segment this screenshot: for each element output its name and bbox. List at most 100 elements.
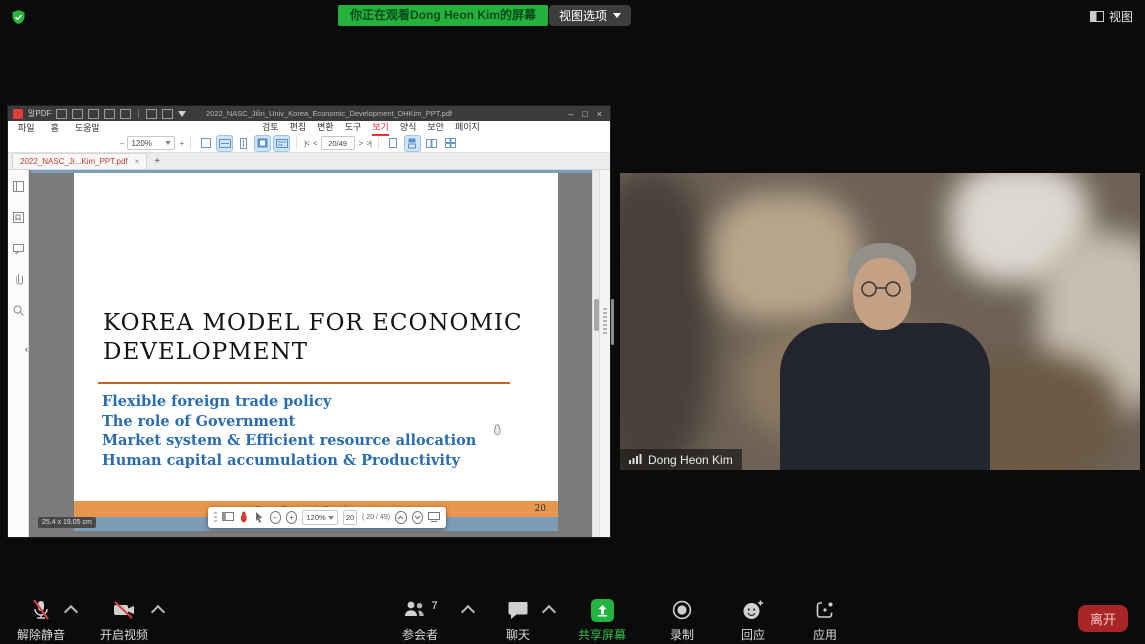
pdf-content-area[interactable]: KOREA MODEL FOR ECONOMIC DEVELOPMENT Fle… [29, 170, 610, 537]
menu-security[interactable]: 보안 [427, 120, 444, 136]
comments-panel-icon[interactable] [13, 241, 24, 259]
actual-size-icon[interactable] [198, 136, 213, 151]
reflow-icon[interactable] [274, 136, 289, 151]
previous-page-button[interactable]: < [313, 139, 317, 148]
slide-page-number: 20 [535, 501, 546, 517]
zoom-in-button[interactable]: + [179, 139, 183, 148]
record-icon [671, 598, 693, 622]
side-panel-icon[interactable] [222, 512, 234, 523]
menu-edit[interactable]: 편집 [290, 120, 307, 136]
view-button[interactable]: 视图 [1090, 8, 1133, 25]
chevron-down-icon [613, 13, 621, 18]
quad-page-layout-icon[interactable] [443, 136, 458, 151]
fit-width-icon[interactable] [217, 136, 232, 151]
zoom-out-button[interactable]: – [120, 139, 123, 148]
mute-label: 解除静音 [17, 626, 65, 643]
zoom-level-select[interactable]: 120% [127, 136, 175, 150]
menu-forms[interactable]: 양식 [400, 120, 417, 136]
zoom-meeting-screen: 你正在观看Dong Heon Kim的屏幕 视图选项 视图 알PDF 2022_… [0, 0, 1145, 644]
menu-view-active[interactable]: 보기 [372, 120, 389, 136]
tab-close-icon[interactable]: × [135, 157, 140, 166]
two-page-layout-icon[interactable] [424, 136, 439, 151]
participants-options-chevron[interactable] [461, 605, 475, 619]
background-blur [620, 173, 710, 470]
right-panel-rail[interactable] [599, 170, 610, 537]
menu-convert[interactable]: 변환 [317, 120, 334, 136]
menu-help[interactable]: 도움말 [75, 121, 100, 135]
single-page-layout-icon[interactable] [386, 136, 401, 151]
save-as-icon[interactable] [88, 109, 99, 119]
view-options-button[interactable]: 视图选项 [549, 5, 631, 26]
next-page-button[interactable] [412, 511, 423, 524]
attachments-panel-icon[interactable] [14, 272, 23, 290]
slide-bullet: The role of Government [102, 412, 476, 432]
participant-name-tag: Dong Heon Kim [620, 449, 742, 470]
save-icon[interactable] [72, 109, 83, 119]
print-icon[interactable] [104, 109, 115, 119]
menu-pages[interactable]: 페이지 [455, 120, 480, 136]
participant-glasses [857, 281, 907, 302]
leave-meeting-button[interactable]: 离开 [1078, 605, 1128, 632]
record-button[interactable]: 录制 [652, 598, 712, 643]
apps-label: 应用 [813, 626, 837, 643]
security-shield-icon[interactable] [10, 9, 27, 26]
search-panel-icon[interactable] [13, 303, 24, 321]
record-label: 录制 [670, 626, 694, 643]
panel-grip-icon[interactable] [603, 308, 607, 334]
pdf-app-window: 알PDF 2022_NASC_Jilin_Univ_Korea_Economic… [8, 106, 610, 537]
slide-page[interactable]: KOREA MODEL FOR ECONOMIC DEVELOPMENT Fle… [74, 173, 558, 531]
new-tab-button[interactable]: + [154, 156, 160, 167]
participant-video-tile[interactable]: Dong Heon Kim [620, 173, 1140, 470]
pdf-body: ‹ KOREA MODEL FOR ECONOMIC DEVELOPMENT F… [8, 170, 610, 537]
layout-view-icon [1090, 11, 1104, 22]
fit-height-icon[interactable] [236, 136, 251, 151]
previous-page-button[interactable] [395, 511, 406, 524]
reactions-button[interactable]: 回应 [723, 598, 783, 643]
chat-icon [506, 598, 530, 622]
pdf-app-logo [13, 109, 23, 119]
raise-hand-icon[interactable] [239, 511, 249, 525]
participants-button[interactable]: 7 参会者 [390, 598, 450, 643]
chat-button[interactable]: 聊天 [488, 598, 548, 643]
menu-file[interactable]: 파일 [18, 121, 35, 135]
document-tab[interactable]: 2022_NASC_Ji...Kim_PPT.pdf × [12, 153, 147, 169]
page-number-input[interactable]: 20 [343, 510, 357, 525]
apps-button[interactable]: 应用 [795, 598, 855, 643]
continuous-layout-icon[interactable] [405, 136, 420, 151]
toolbar-divider [190, 137, 191, 149]
menu-tools[interactable]: 도구 [345, 120, 362, 136]
sidebar-collapse-icon[interactable]: ‹ [25, 344, 28, 354]
participants-count: 7 [431, 600, 437, 612]
pointer-tool-icon[interactable] [254, 511, 265, 525]
slide-divider-rule [98, 382, 510, 384]
thumbnails-panel-icon[interactable] [13, 179, 24, 197]
mute-button[interactable]: 解除静音 [11, 598, 71, 643]
zoom-out-button[interactable]: – [270, 511, 281, 524]
open-file-icon[interactable] [56, 109, 67, 119]
toolbar-drag-handle[interactable] [214, 512, 217, 524]
next-page-button[interactable]: > [359, 139, 363, 148]
reactions-smiley-icon [741, 598, 765, 622]
start-video-button[interactable]: 开启视频 [94, 598, 154, 643]
page-number-input[interactable]: 20/49 [321, 136, 355, 150]
window-minimize-button[interactable]: – [568, 109, 573, 119]
zoom-level-select[interactable]: 120% [302, 510, 338, 525]
window-close-button[interactable]: × [597, 109, 602, 119]
participant-name: Dong Heon Kim [648, 453, 733, 467]
last-page-button[interactable]: >| [366, 139, 371, 148]
zoom-in-button[interactable]: + [286, 511, 297, 524]
presentation-mode-icon[interactable] [428, 512, 440, 524]
camera-off-icon [111, 598, 137, 622]
shared-screen-scroll-indicator[interactable] [611, 299, 614, 345]
microphone-muted-icon [29, 598, 53, 622]
floating-page-toolbar: – + 120% 20 ( 20 / 49) [208, 507, 446, 528]
window-maximize-button[interactable]: □ [582, 109, 587, 119]
bookmarks-panel-icon[interactable] [13, 210, 24, 228]
fit-page-icon[interactable] [255, 136, 270, 151]
menu-home[interactable]: 홈 [51, 121, 59, 135]
menu-review[interactable]: 검토 [262, 120, 279, 136]
first-page-button[interactable]: |< [304, 139, 309, 148]
slide-bullet: Human capital accumulation & Productivit… [102, 451, 476, 471]
share-screen-button[interactable]: 共享屏幕 [572, 598, 632, 643]
slide-bullet: Flexible foreign trade policy [102, 392, 476, 412]
